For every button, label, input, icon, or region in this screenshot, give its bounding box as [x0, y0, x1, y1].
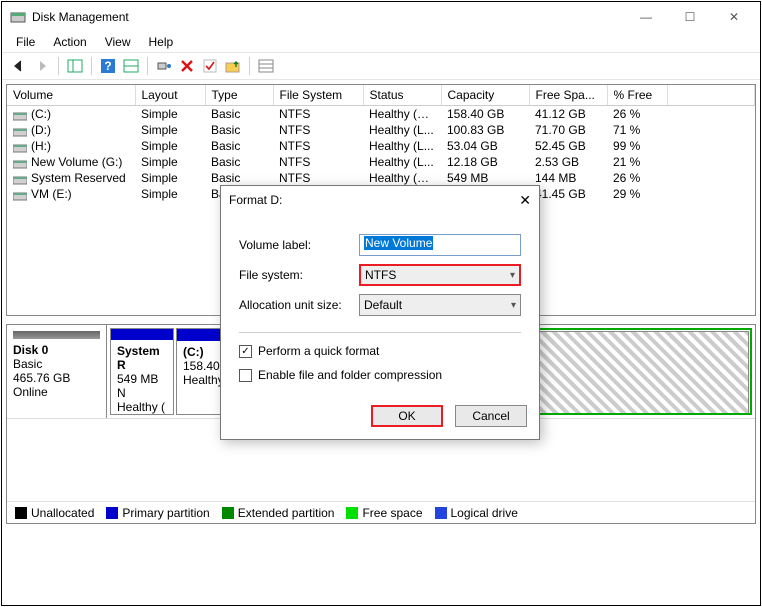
help-icon[interactable]: ?	[97, 55, 119, 77]
allocation-unit-label: Allocation unit size:	[239, 298, 359, 312]
back-button[interactable]	[8, 55, 30, 77]
filesystem-label: File system:	[239, 268, 359, 282]
ok-button[interactable]: OK	[371, 405, 443, 427]
connect-icon[interactable]	[153, 55, 175, 77]
check-icon[interactable]	[199, 55, 221, 77]
table-row[interactable]: (C:)SimpleBasicNTFSHealthy (B...158.40 G…	[7, 106, 755, 123]
format-dialog: Format D: ✕ Volume label: New Volume Fil…	[220, 185, 540, 440]
col-type[interactable]: Type	[205, 85, 273, 106]
volume-icon	[13, 126, 27, 136]
partition-system-reserved[interactable]: System R 549 MB N Healthy (	[110, 328, 174, 415]
toolbar: ?	[2, 52, 760, 80]
menu-view[interactable]: View	[97, 33, 139, 51]
quick-format-row[interactable]: ✓ Perform a quick format	[239, 341, 521, 361]
show-hide-console-icon[interactable]	[64, 55, 86, 77]
disk-header[interactable]: Disk 0 Basic 465.76 GB Online	[7, 325, 107, 418]
disk-size: 465.76 GB	[13, 371, 100, 385]
menu-help[interactable]: Help	[141, 33, 182, 51]
minimize-button[interactable]: —	[624, 3, 668, 31]
disk-state: Online	[13, 385, 100, 399]
col-layout[interactable]: Layout	[135, 85, 205, 106]
cancel-button[interactable]: Cancel	[455, 405, 527, 427]
allocation-unit-select[interactable]: Default ▾	[359, 294, 521, 316]
chevron-down-icon: ▾	[511, 300, 516, 311]
menubar: File Action View Help	[2, 32, 760, 52]
table-row[interactable]: (H:)SimpleBasicNTFSHealthy (L...53.04 GB…	[7, 138, 755, 154]
volume-label-input[interactable]: New Volume	[359, 234, 521, 256]
col-filesystem[interactable]: File System	[273, 85, 363, 106]
legend: Unallocated Primary partition Extended p…	[7, 501, 755, 523]
volume-icon	[13, 110, 27, 120]
volume-icon	[13, 142, 27, 152]
dialog-titlebar: Format D: ✕	[221, 186, 539, 214]
chevron-down-icon: ▾	[510, 270, 515, 281]
col-status[interactable]: Status	[363, 85, 441, 106]
folder-up-icon[interactable]	[222, 55, 244, 77]
close-button[interactable]: ✕	[712, 3, 756, 31]
table-row[interactable]: System ReservedSimpleBasicNTFSHealthy (S…	[7, 170, 755, 186]
table-row[interactable]: (D:)SimpleBasicNTFSHealthy (L...100.83 G…	[7, 122, 755, 138]
volume-icon	[13, 190, 27, 200]
titlebar: Disk Management — ☐ ✕	[2, 2, 760, 32]
table-header-row: Volume Layout Type File System Status Ca…	[7, 85, 755, 106]
compression-row[interactable]: Enable file and folder compression	[239, 365, 521, 385]
table-row[interactable]: New Volume (G:)SimpleBasicNTFSHealthy (L…	[7, 154, 755, 170]
disk-name: Disk 0	[13, 343, 100, 357]
col-freespace[interactable]: Free Spa...	[529, 85, 607, 106]
app-icon	[10, 9, 26, 25]
filesystem-select[interactable]: NTFS ▾	[359, 264, 521, 286]
compression-checkbox[interactable]	[239, 369, 252, 382]
forward-button[interactable]	[31, 55, 53, 77]
window-title: Disk Management	[32, 10, 624, 24]
volume-icon	[13, 174, 27, 184]
col-pctfree[interactable]: % Free	[607, 85, 667, 106]
svg-text:?: ?	[104, 59, 111, 73]
settings-panel-icon[interactable]	[120, 55, 142, 77]
partition-c[interactable]: (C:) 158.40 Healthy	[176, 328, 226, 415]
quick-format-label: Perform a quick format	[258, 344, 379, 358]
col-capacity[interactable]: Capacity	[441, 85, 529, 106]
dialog-close-button[interactable]: ✕	[519, 192, 531, 209]
maximize-button[interactable]: ☐	[668, 3, 712, 31]
dialog-title: Format D:	[229, 193, 519, 207]
menu-action[interactable]: Action	[45, 33, 94, 51]
compression-label: Enable file and folder compression	[258, 368, 442, 382]
disk-type: Basic	[13, 357, 100, 371]
properties-icon[interactable]	[255, 55, 277, 77]
quick-format-checkbox[interactable]: ✓	[239, 345, 252, 358]
delete-icon[interactable]	[176, 55, 198, 77]
volume-label-label: Volume label:	[239, 238, 359, 252]
col-volume[interactable]: Volume	[7, 85, 135, 106]
volume-icon	[13, 158, 27, 168]
menu-file[interactable]: File	[8, 33, 43, 51]
